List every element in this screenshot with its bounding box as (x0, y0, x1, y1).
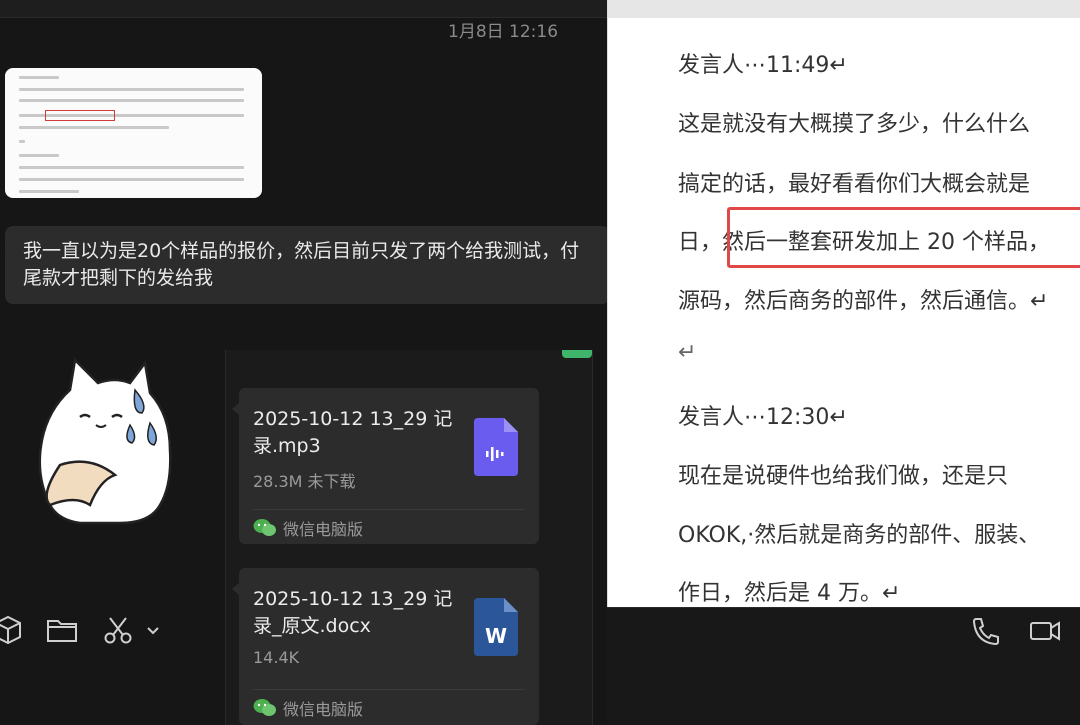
file-size: 28.3M 未下载 (253, 472, 356, 491)
file-source: 微信电脑版 (253, 696, 363, 720)
document-line: 搞定的话，最好看看你们大概会就是 (678, 172, 1031, 197)
file-size: 14.4K (253, 648, 300, 667)
file-source-label: 微信电脑版 (283, 700, 364, 719)
document-line: 作日，然后是 4 万。↵ (678, 581, 901, 606)
svg-text:W: W (485, 624, 507, 648)
document-line: 发言人⋯11:49↵ (678, 53, 848, 78)
document-highlight-box (727, 207, 1080, 268)
cat-sticker[interactable] (20, 355, 180, 525)
document-line: ↵ (678, 340, 697, 365)
cube-icon[interactable] (0, 612, 26, 648)
file-source: 微信电脑版 (253, 516, 363, 540)
wechat-icon (253, 699, 276, 716)
message-text-line: 我一直以为是20个样品的报价，然后目前只发了两个给我测试，付 (23, 240, 580, 262)
file-message-card[interactable]: 2025-10-12 13_29 记录.mp3 28.3M 未下载 微信电脑版 (232, 388, 539, 544)
thumbnail-highlight-box (45, 110, 115, 121)
document-window-bottom (607, 607, 1080, 725)
chevron-down-icon[interactable] (140, 612, 166, 648)
document-line: 现在是说硬件也给我们做，还是只 (678, 464, 1009, 489)
document-line: OKOK,·然后就是商务的部件、服装、 (678, 523, 1041, 548)
text-message-bubble[interactable]: 我一直以为是20个样品的报价，然后目前只发了两个给我测试，付 尾款才把剩下的发给… (5, 226, 610, 304)
chat-header-bar (0, 0, 610, 18)
audio-file-icon (474, 418, 518, 476)
phone-icon[interactable] (968, 613, 1004, 649)
document-line: 发言人⋯12:30↵ (678, 405, 848, 430)
document-line: 源码，然后商务的部件，然后通信。↵ (678, 289, 1049, 314)
unread-indicator (562, 350, 592, 358)
wechat-icon (253, 519, 276, 536)
file-source-label: 微信电脑版 (283, 520, 364, 539)
file-message-card[interactable]: 2025-10-12 13_29 记录_原文.docx 14.4K W 微信电脑… (232, 568, 539, 725)
video-icon[interactable] (1026, 613, 1062, 649)
message-text-line: 尾款才把剩下的发给我 (23, 267, 214, 289)
scissors-icon[interactable] (100, 612, 136, 648)
image-message-thumbnail[interactable] (5, 68, 262, 198)
folder-icon[interactable] (44, 612, 80, 648)
word-file-icon: W (474, 598, 518, 656)
message-timestamp: 1月8日 12:16 (448, 22, 559, 42)
file-name: 2025-10-12 13_29 记录_原文.docx (253, 588, 453, 637)
file-name: 2025-10-12 13_29 记录.mp3 (253, 408, 453, 457)
document-line: 这是就没有大概摸了多少，什么什么 (678, 112, 1031, 137)
